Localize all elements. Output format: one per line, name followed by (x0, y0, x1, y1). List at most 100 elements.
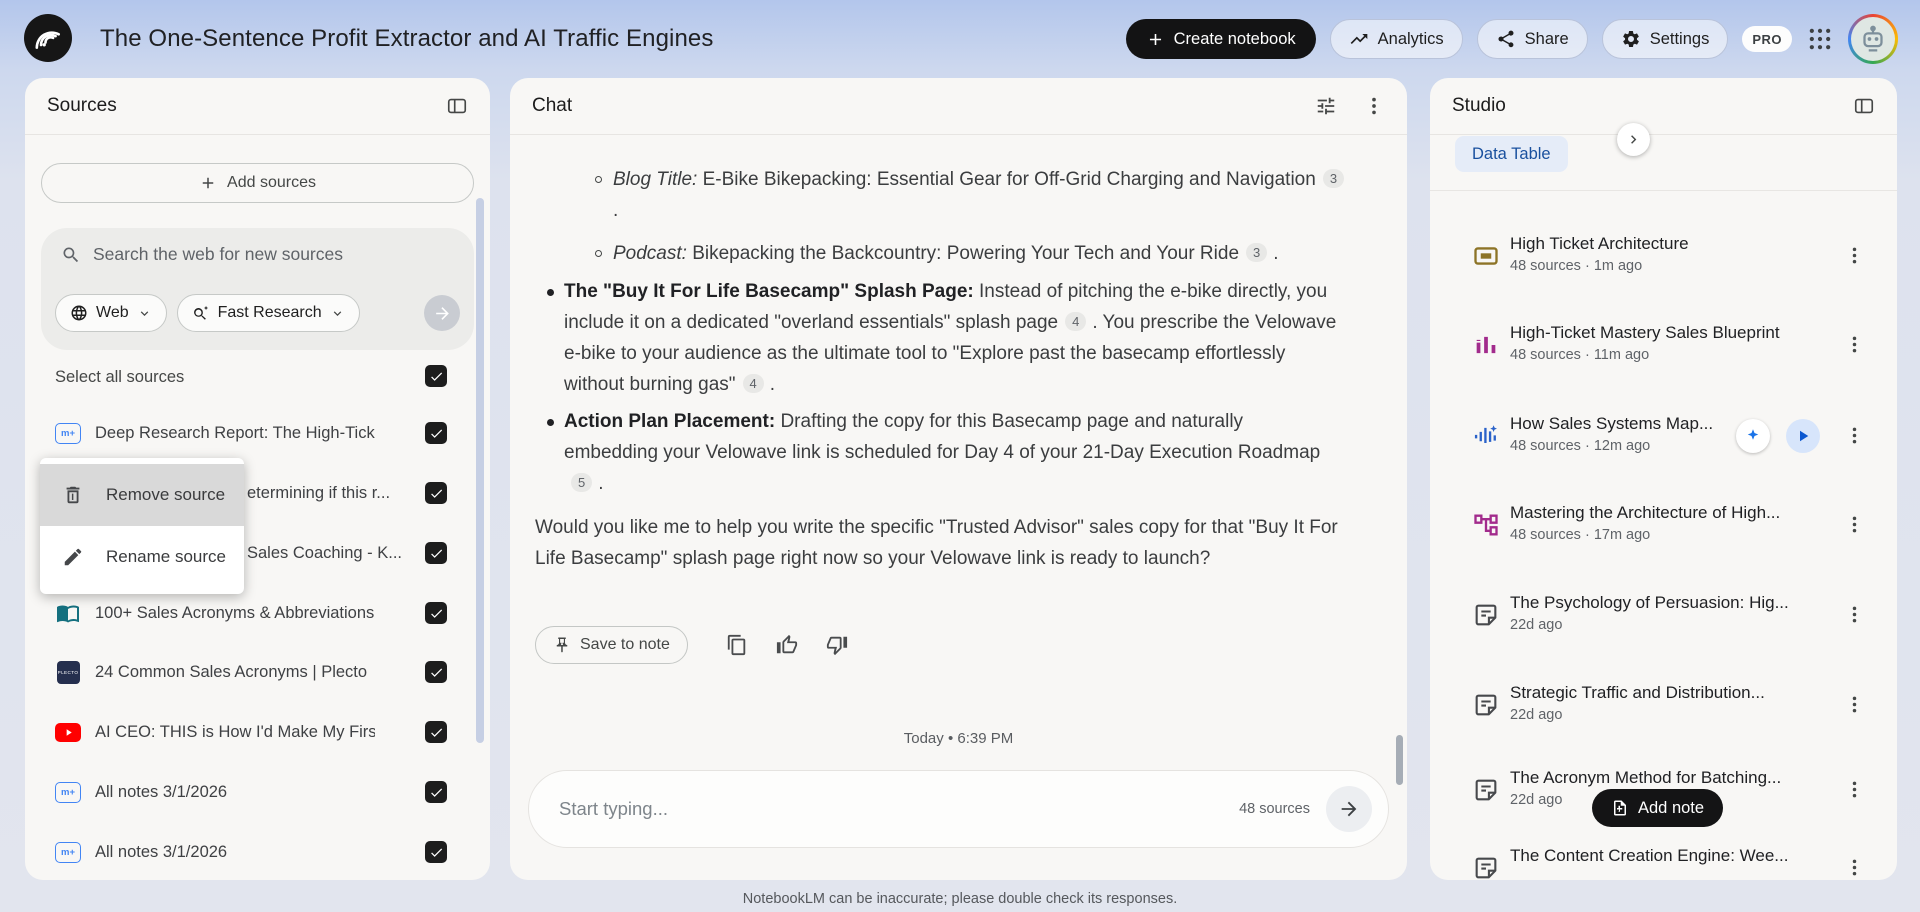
item-menu-icon[interactable] (1844, 514, 1865, 535)
item-menu-icon[interactable] (1844, 694, 1865, 715)
item-menu-icon[interactable] (1844, 245, 1865, 266)
web-filter-dropdown[interactable]: Web (55, 294, 167, 332)
search-input[interactable] (93, 244, 454, 265)
studio-item[interactable]: Strategic Traffic and Distribution... 22… (1430, 683, 1897, 727)
chat-timestamp: Today • 6:39 PM (903, 730, 1014, 747)
citation-chip[interactable]: 3 (1322, 169, 1345, 188)
chat-input[interactable] (559, 798, 1240, 820)
source-checkbox[interactable] (425, 422, 447, 444)
gear-icon (1621, 29, 1641, 49)
source-checkbox[interactable] (425, 602, 447, 624)
send-button[interactable] (1326, 786, 1372, 832)
item-menu-icon[interactable] (1844, 604, 1865, 625)
share-label: Share (1524, 29, 1569, 48)
check-icon (429, 785, 444, 800)
scroll-chips-right-button[interactable] (1617, 123, 1650, 156)
play-audio-button[interactable] (1786, 419, 1820, 453)
expand-panel-icon[interactable] (1853, 95, 1875, 117)
chat-settings-icon[interactable] (1315, 95, 1337, 117)
check-icon (429, 665, 444, 680)
share-button[interactable]: Share (1476, 19, 1588, 59)
plus-icon (1146, 30, 1165, 49)
source-checkbox[interactable] (425, 482, 447, 504)
book-source-icon (56, 601, 80, 625)
select-all-checkbox[interactable] (425, 365, 447, 387)
search-submit-button[interactable] (424, 295, 460, 331)
source-checkbox[interactable] (425, 661, 447, 683)
rename-source-menu-item[interactable]: Rename source (40, 526, 244, 588)
fast-research-icon (192, 304, 210, 322)
source-title: AI CEO: THIS is How I'd Make My First ..… (95, 722, 375, 741)
chat-sub-bullet: Blog Title: E-Bike Bikepacking: Essentia… (595, 164, 1353, 226)
source-checkbox[interactable] (425, 721, 447, 743)
source-checkbox[interactable] (425, 542, 447, 564)
create-notebook-button[interactable]: Create notebook (1125, 19, 1316, 59)
studio-item[interactable]: High Ticket Architecture 48 sources · 1m… (1430, 234, 1897, 278)
citation-chip[interactable]: 3 (1246, 243, 1268, 262)
disclaimer-text: NotebookLM can be inaccurate; please dou… (742, 891, 1178, 907)
citation-chip[interactable]: 5 (571, 473, 593, 492)
collapse-panel-icon[interactable] (446, 95, 468, 117)
note-icon (1472, 691, 1500, 719)
item-menu-icon[interactable] (1844, 779, 1865, 800)
add-sources-label: Add sources (227, 174, 316, 191)
chat-scrollbar[interactable] (1396, 735, 1403, 785)
sources-scrollbar[interactable] (476, 198, 484, 743)
add-note-label: Add note (1638, 798, 1705, 817)
remove-source-menu-item[interactable]: Remove source (40, 464, 244, 526)
add-note-button[interactable]: Add note (1592, 789, 1724, 827)
source-count-label: 48 sources (1239, 801, 1310, 817)
analytics-button[interactable]: Analytics (1329, 19, 1463, 59)
save-to-note-label: Save to note (580, 636, 670, 653)
studio-item[interactable]: How Sales Systems Map... 48 sources · 12… (1430, 414, 1897, 458)
citation-chip[interactable]: 4 (742, 374, 764, 393)
add-sources-button[interactable]: Add sources (41, 163, 474, 203)
top-header: The One-Sentence Profit Extractor and AI… (0, 0, 1920, 78)
chat-title: Chat (532, 95, 573, 116)
source-title: etermining if this r... (247, 483, 391, 502)
source-checkbox[interactable] (425, 841, 447, 863)
thumbs-up-icon[interactable] (776, 634, 798, 656)
source-checkbox[interactable] (425, 781, 447, 803)
chat-input-container: 48 sources (528, 770, 1389, 848)
item-menu-icon[interactable] (1844, 334, 1865, 355)
mindmap-icon (1472, 511, 1500, 539)
arrow-right-icon (433, 304, 452, 323)
copy-icon[interactable] (726, 634, 748, 656)
research-mode-dropdown[interactable]: Fast Research (176, 294, 360, 332)
studio-panel: Studio Data Table High Ticket Architectu… (1430, 78, 1897, 880)
interactive-mode-button[interactable] (1736, 419, 1770, 453)
settings-label: Settings (1649, 29, 1710, 48)
studio-item[interactable]: High-Ticket Mastery Sales Blueprint 48 s… (1430, 323, 1897, 367)
data-table-chip[interactable]: Data Table (1455, 136, 1568, 172)
save-to-note-button[interactable]: Save to note (535, 626, 688, 664)
item-menu-icon[interactable] (1844, 857, 1865, 878)
research-mode-label: Fast Research (217, 304, 322, 321)
citation-chip[interactable]: 4 (1065, 312, 1087, 331)
source-row[interactable]: 100+ Sales Acronyms & Abbreviations... (25, 598, 490, 628)
source-row[interactable]: m+ Deep Research Report: The High-Tick..… (25, 418, 490, 448)
source-row[interactable]: AI CEO: THIS is How I'd Make My First ..… (25, 717, 490, 747)
check-icon (429, 725, 444, 740)
thumbs-down-icon[interactable] (826, 634, 848, 656)
check-icon (429, 369, 444, 384)
chevron-down-icon (330, 306, 345, 321)
source-row[interactable]: m+ All notes 3/1/2026 (25, 837, 490, 867)
youtube-icon (55, 722, 81, 742)
source-row[interactable]: PLECTO 24 Common Sales Acronyms | Plecto (25, 657, 490, 687)
studio-item[interactable]: The Psychology of Persuasion: Hig... 22d… (1430, 593, 1897, 637)
more-options-icon[interactable] (1363, 95, 1385, 117)
settings-button[interactable]: Settings (1601, 19, 1729, 59)
studio-item[interactable]: Mastering the Architecture of High... 48… (1430, 503, 1897, 547)
studio-item[interactable]: The Content Creation Engine: Wee... (1430, 846, 1897, 880)
notebook-title[interactable]: The One-Sentence Profit Extractor and AI… (100, 0, 713, 78)
notebooklm-logo-icon[interactable] (24, 14, 72, 62)
header-actions: Create notebook Analytics Share Settings… (1125, 14, 1898, 64)
avatar[interactable] (1848, 14, 1898, 64)
source-row[interactable]: m+ All notes 3/1/2026 (25, 777, 490, 807)
apps-grid-icon[interactable] (1806, 25, 1834, 53)
note-icon (1472, 854, 1500, 880)
notebooklm-app: The One-Sentence Profit Extractor and AI… (0, 0, 1920, 912)
item-menu-icon[interactable] (1844, 425, 1865, 446)
sources-header: Sources (25, 78, 490, 135)
